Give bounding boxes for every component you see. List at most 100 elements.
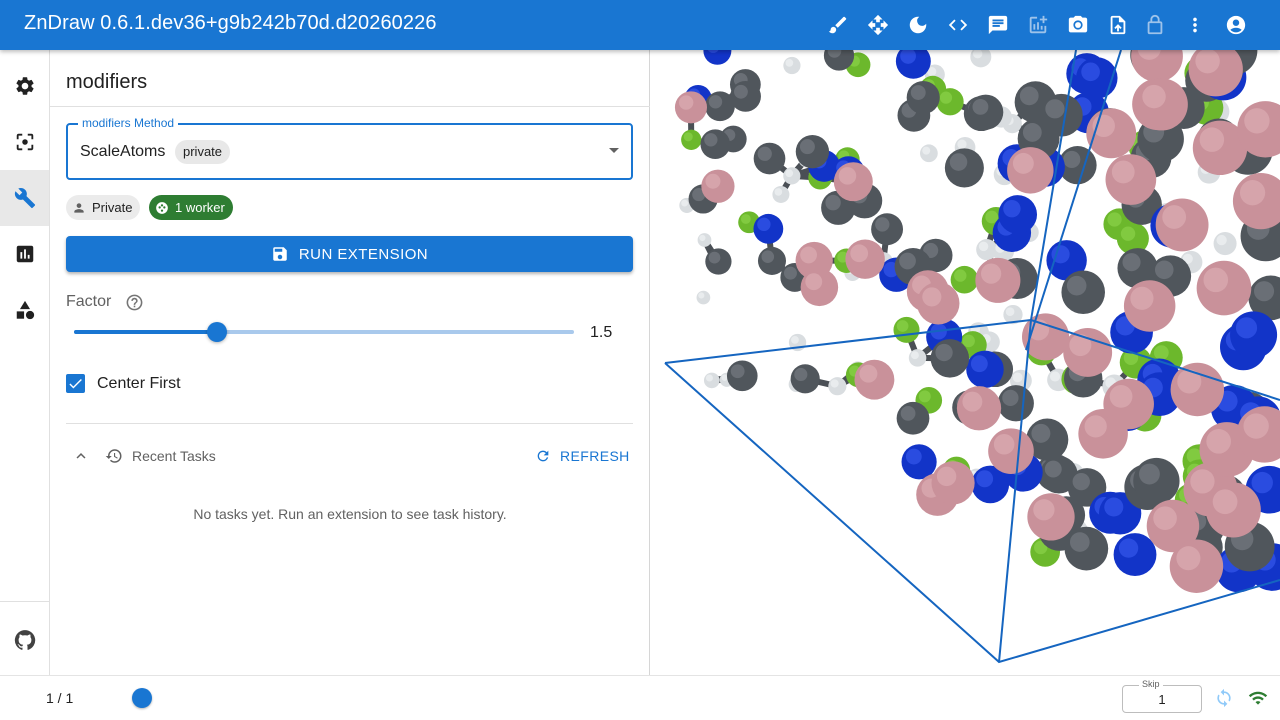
worker-chip: 1 worker: [149, 195, 233, 220]
account-icon[interactable]: [1221, 10, 1251, 40]
atom-highlight: [1019, 86, 1039, 106]
atom-highlight: [705, 173, 721, 189]
atom-highlight: [805, 273, 823, 291]
atom-highlight: [699, 234, 706, 242]
atom-highlight: [922, 146, 931, 155]
atom-highlight: [799, 139, 815, 155]
atom-highlight: [910, 351, 919, 360]
atom-highlight: [936, 466, 957, 487]
atom-highlight: [1130, 286, 1154, 310]
camera-icon[interactable]: [1063, 10, 1093, 40]
atom-highlight: [1203, 267, 1229, 293]
selection-icon[interactable]: [0, 114, 49, 170]
analysis-icon[interactable]: [0, 226, 49, 282]
atom-highlight: [783, 266, 797, 280]
private-chip: Private: [66, 195, 141, 220]
atom-highlight: [1120, 226, 1136, 241]
atom-highlight: [1154, 260, 1174, 280]
private-tag: private: [175, 140, 231, 164]
atom-highlight: [1066, 275, 1087, 296]
atom-highlight: [1243, 413, 1269, 439]
atom-highlight: [905, 448, 922, 465]
atom-highlight: [721, 374, 728, 381]
atom-highlight: [954, 269, 967, 282]
check-icon: [69, 378, 82, 389]
center-first-checkbox[interactable]: [66, 374, 85, 393]
atom-highlight: [774, 188, 783, 196]
molecule-canvas[interactable]: [651, 50, 1280, 675]
atom-highlight: [985, 210, 999, 224]
app-title: ZnDraw 0.6.1.dev36+g9b242b70d.d20260226: [24, 12, 437, 34]
chat-icon[interactable]: [983, 10, 1013, 40]
method-select-label: modifiers Method: [78, 116, 179, 130]
atom-highlight: [939, 91, 953, 104]
lock-icon[interactable]: [1140, 10, 1170, 40]
atom-highlight: [935, 343, 953, 362]
chevron-up-icon[interactable]: [72, 447, 90, 465]
github-icon[interactable]: [0, 612, 49, 668]
settings-icon[interactable]: [0, 58, 49, 114]
help-icon[interactable]: [125, 293, 144, 312]
more-vert-icon[interactable]: [1180, 10, 1210, 40]
factor-label: Factor: [66, 293, 112, 310]
atom-highlight: [1153, 345, 1169, 361]
atom-highlight: [1044, 460, 1062, 478]
factor-slider[interactable]: [74, 320, 574, 344]
atom-highlight: [740, 214, 751, 224]
atom-highlight: [1153, 506, 1177, 530]
dark-mode-icon[interactable]: [903, 10, 933, 40]
slider-thumb[interactable]: [207, 322, 227, 342]
atom-highlight: [1111, 160, 1135, 184]
upload-icon[interactable]: [1103, 10, 1133, 40]
atom-highlight: [875, 217, 890, 232]
atom-highlight: [922, 287, 942, 307]
atom-highlight: [1081, 62, 1100, 82]
atom-highlight: [1045, 99, 1065, 119]
atom-highlight: [830, 379, 839, 388]
history-icon: [105, 447, 123, 465]
atom-highlight: [1190, 469, 1215, 494]
method-select[interactable]: modifiers Method ScaleAtoms private: [66, 116, 633, 180]
private-chip-label: Private: [92, 200, 133, 215]
atom-highlight: [1109, 385, 1133, 408]
atom-highlight: [1212, 489, 1238, 515]
move-icon[interactable]: [863, 10, 893, 40]
atom-highlight: [1253, 281, 1275, 302]
panel-divider: [50, 106, 650, 107]
atom-highlight: [1244, 108, 1270, 134]
atom-highlight: [900, 406, 916, 421]
atom-highlight: [962, 334, 975, 348]
skip-input[interactable]: Skip 1: [1122, 679, 1202, 713]
refresh-button[interactable]: REFRESH: [535, 444, 630, 468]
molecule-viewport[interactable]: [651, 50, 1280, 675]
atom-highlight: [757, 217, 771, 232]
atom-highlight: [980, 263, 1002, 284]
brush-icon[interactable]: [823, 10, 853, 40]
frame-slider-thumb[interactable]: [132, 688, 152, 708]
save-icon: [273, 247, 287, 261]
code-icon[interactable]: [943, 10, 973, 40]
atom-highlight: [838, 167, 857, 185]
rail-divider: [0, 601, 49, 602]
modifiers-icon[interactable]: [0, 170, 49, 226]
sync-icon[interactable]: [1214, 688, 1234, 708]
atom-highlight: [976, 470, 994, 488]
add-chart-icon[interactable]: [1023, 10, 1053, 40]
run-extension-button[interactable]: RUN EXTENSION: [66, 236, 633, 272]
skip-value: 1: [1158, 692, 1166, 707]
atom-highlight: [1139, 463, 1160, 485]
atom-highlight: [1063, 150, 1081, 169]
atom-highlight: [1239, 180, 1266, 206]
method-select-value: ScaleAtoms: [80, 143, 166, 160]
dropdown-arrow-icon[interactable]: [609, 148, 619, 153]
geometry-icon[interactable]: [0, 282, 49, 338]
atom-highlight: [1122, 253, 1141, 272]
atom-highlight: [1118, 538, 1139, 558]
run-extension-label: RUN EXTENSION: [298, 245, 429, 263]
atom-highlight: [1176, 546, 1201, 571]
atom-highlight: [972, 98, 989, 115]
atom-highlight: [957, 139, 967, 149]
atom[interactable]: [703, 50, 732, 65]
workers-icon: [156, 201, 168, 214]
atom-highlight: [683, 132, 693, 142]
